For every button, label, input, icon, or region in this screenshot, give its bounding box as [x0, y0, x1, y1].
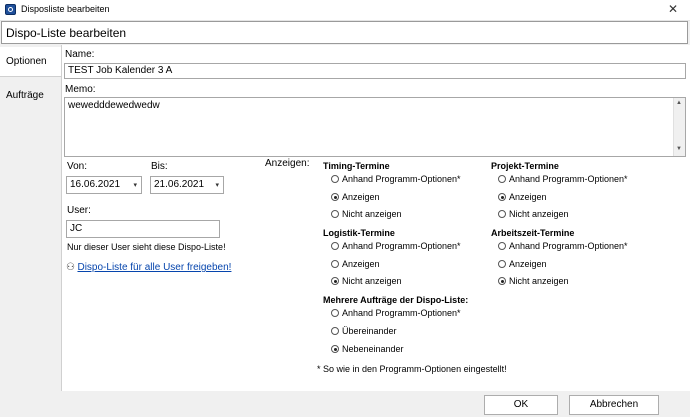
radio-icon[interactable]	[331, 175, 339, 183]
user-label: User:	[67, 205, 91, 216]
users-share-icon: ⚇	[66, 262, 75, 273]
mehrere-option-nebeneinander[interactable]: Nebeneinander	[331, 344, 404, 356]
scroll-up-icon[interactable]: ▲	[676, 100, 682, 106]
chevron-down-icon[interactable]: ▾	[215, 181, 219, 189]
radio-icon[interactable]	[331, 242, 339, 250]
logistik-title: Logistik-Termine	[323, 228, 395, 238]
arbeitszeit-option-programm[interactable]: Anhand Programm-Optionen*	[498, 241, 628, 253]
radio-icon[interactable]	[331, 327, 339, 335]
title-bar: Disposliste bearbeiten ✕	[0, 0, 690, 21]
radio-checked-icon[interactable]	[331, 277, 339, 285]
radio-checked-icon[interactable]	[331, 193, 339, 201]
timing-option-programm[interactable]: Anhand Programm-Optionen*	[331, 174, 461, 186]
tab-optionen[interactable]: Optionen	[0, 47, 61, 77]
radio-icon[interactable]	[498, 260, 506, 268]
scroll-down-icon[interactable]: ▼	[676, 146, 682, 152]
tab-auftraege[interactable]: Aufträge	[0, 81, 61, 111]
von-date-picker[interactable]: 16.06.2021 ▾	[66, 176, 142, 194]
von-label: Von:	[67, 161, 88, 172]
user-note: Nur dieser User sieht diese Dispo-Liste!	[67, 242, 226, 252]
app-icon	[5, 4, 16, 15]
user-input[interactable]: JC	[66, 220, 220, 238]
name-input[interactable]: TEST Job Kalender 3 A	[64, 63, 686, 79]
bis-date-picker[interactable]: 21.06.2021 ▾	[150, 176, 224, 194]
close-icon[interactable]: ✕	[668, 2, 678, 16]
radio-checked-icon[interactable]	[498, 277, 506, 285]
radio-icon[interactable]	[498, 242, 506, 250]
arbeitszeit-option-anzeigen[interactable]: Anzeigen	[498, 259, 547, 271]
window-title: Disposliste bearbeiten	[21, 4, 110, 14]
radio-checked-icon[interactable]	[331, 345, 339, 353]
arbeitszeit-title: Arbeitszeit-Termine	[491, 228, 575, 238]
ok-button[interactable]: OK	[484, 395, 558, 415]
memo-text: wewedddewedwedw	[68, 100, 160, 111]
logistik-option-programm[interactable]: Anhand Programm-Optionen*	[331, 241, 461, 253]
mehrere-option-programm[interactable]: Anhand Programm-Optionen*	[331, 308, 461, 320]
projekt-option-programm[interactable]: Anhand Programm-Optionen*	[498, 174, 628, 186]
timing-title: Timing-Termine	[323, 161, 390, 171]
anzeigen-label: Anzeigen:	[265, 158, 310, 169]
timing-option-anzeigen[interactable]: Anzeigen	[331, 192, 380, 204]
projekt-option-anzeigen[interactable]: Anzeigen	[498, 192, 547, 204]
share-link[interactable]: Dispo-Liste für alle User freigeben!	[77, 262, 231, 273]
projekt-option-nicht[interactable]: Nicht anzeigen	[498, 209, 569, 221]
radio-icon[interactable]	[331, 210, 339, 218]
radio-icon[interactable]	[331, 309, 339, 317]
name-label: Name:	[65, 49, 95, 60]
projekt-title: Projekt-Termine	[491, 161, 559, 171]
cancel-button[interactable]: Abbrechen	[569, 395, 659, 415]
chevron-down-icon[interactable]: ▾	[133, 181, 137, 189]
sidebar: Optionen Aufträge	[0, 45, 62, 391]
footnote: * So wie in den Programm-Optionen einges…	[317, 364, 507, 374]
radio-checked-icon[interactable]	[498, 193, 506, 201]
logistik-option-nicht[interactable]: Nicht anzeigen	[331, 276, 402, 288]
arbeitszeit-option-nicht[interactable]: Nicht anzeigen	[498, 276, 569, 288]
radio-icon[interactable]	[498, 175, 506, 183]
radio-icon[interactable]	[498, 210, 506, 218]
mehrere-title: Mehrere Aufträge der Dispo-Liste:	[323, 295, 469, 305]
timing-option-nicht[interactable]: Nicht anzeigen	[331, 209, 402, 221]
mehrere-option-uebereinander[interactable]: Übereinander	[331, 326, 397, 338]
memo-textarea[interactable]: wewedddewedwedw ▲ ▼	[64, 97, 686, 157]
memo-scrollbar[interactable]: ▲ ▼	[673, 98, 685, 156]
bis-label: Bis:	[151, 161, 168, 172]
bis-date-value: 21.06.2021	[154, 179, 205, 190]
von-date-value: 16.06.2021	[70, 179, 121, 190]
share-row[interactable]: ⚇ Dispo-Liste für alle User freigeben!	[66, 262, 231, 273]
memo-label: Memo:	[65, 84, 96, 95]
dialog-header: Dispo-Liste bearbeiten	[1, 21, 688, 44]
logistik-option-anzeigen[interactable]: Anzeigen	[331, 259, 380, 271]
dialog-title: Dispo-Liste bearbeiten	[6, 26, 127, 40]
radio-icon[interactable]	[331, 260, 339, 268]
